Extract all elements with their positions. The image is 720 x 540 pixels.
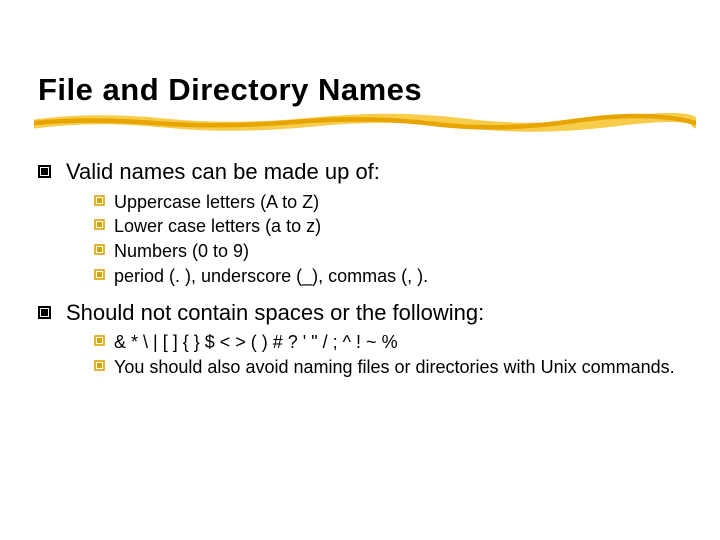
- square-bullet-icon: [94, 264, 114, 287]
- bullet-text: Valid names can be made up of:: [66, 158, 682, 186]
- bullet-level1: Should not contain spaces or the followi…: [38, 299, 682, 327]
- square-bullet-icon: [94, 355, 114, 378]
- sublist: & * \ | [ ] { } $ < > ( ) # ? ' " / ; ^ …: [94, 330, 682, 380]
- slide: File and Directory Names Valid names can…: [0, 0, 720, 540]
- bullet-level2: period (. ), underscore (_), commas (, )…: [94, 264, 682, 289]
- title-underline-decoration: [34, 112, 696, 134]
- square-bullet-icon: [94, 330, 114, 353]
- square-bullet-icon: [94, 239, 114, 262]
- bullet-text: period (. ), underscore (_), commas (, )…: [114, 264, 682, 289]
- square-bullet-icon: [38, 299, 66, 325]
- bullet-text: You should also avoid naming files or di…: [114, 355, 682, 380]
- bullet-level2: Lower case letters (a to z): [94, 214, 682, 239]
- square-bullet-icon: [38, 158, 66, 184]
- bullet-level2: Numbers (0 to 9): [94, 239, 682, 264]
- bullet-level1: Valid names can be made up of:: [38, 158, 682, 186]
- sublist: Uppercase letters (A to Z) Lower case le…: [94, 190, 682, 289]
- square-bullet-icon: [94, 214, 114, 237]
- slide-title: File and Directory Names: [38, 72, 422, 108]
- bullet-text: Should not contain spaces or the followi…: [66, 299, 682, 327]
- bullet-level2: & * \ | [ ] { } $ < > ( ) # ? ' " / ; ^ …: [94, 330, 682, 355]
- bullet-text: Uppercase letters (A to Z): [114, 190, 682, 215]
- bullet-text: Lower case letters (a to z): [114, 214, 682, 239]
- bullet-level2: You should also avoid naming files or di…: [94, 355, 682, 380]
- bullet-text: Numbers (0 to 9): [114, 239, 682, 264]
- bullet-level2: Uppercase letters (A to Z): [94, 190, 682, 215]
- content-area: Valid names can be made up of: Uppercase…: [38, 152, 682, 390]
- square-bullet-icon: [94, 190, 114, 213]
- bullet-text: & * \ | [ ] { } $ < > ( ) # ? ' " / ; ^ …: [114, 330, 682, 355]
